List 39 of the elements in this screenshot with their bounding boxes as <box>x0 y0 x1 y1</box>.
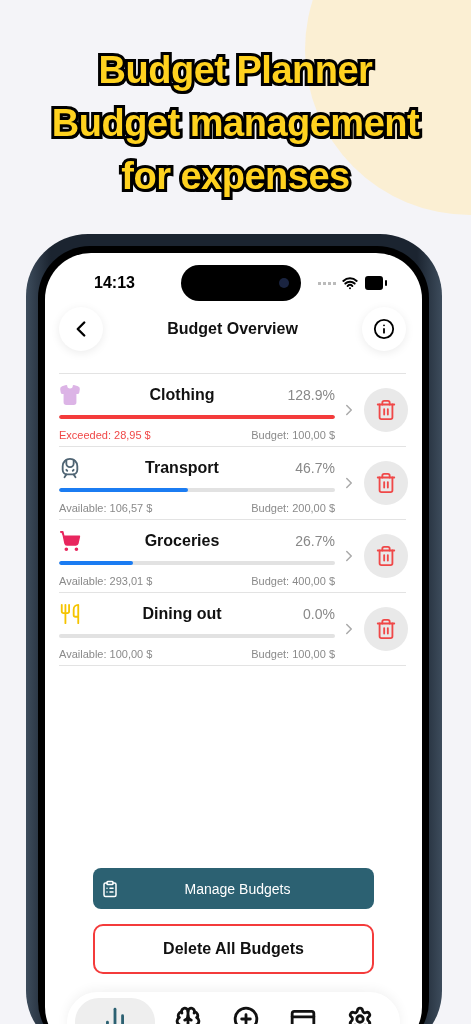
budget-percent: 128.9% <box>286 387 335 403</box>
budget-percent: 46.7% <box>294 460 335 476</box>
remaining-amount: Available: 100,00 $ <box>59 648 153 660</box>
budget-percent: 0.0% <box>302 606 335 622</box>
brain-icon <box>175 1006 202 1024</box>
budget-amount: Budget: 100,00 $ <box>251 648 335 660</box>
budget-name: Transport <box>144 459 220 477</box>
delete-button[interactable] <box>364 607 408 651</box>
trash-icon <box>375 399 397 421</box>
budget-amount: Budget: 100,00 $ <box>251 429 335 441</box>
delete-button[interactable] <box>364 461 408 505</box>
headline-text: Budget Planner <box>98 48 373 93</box>
trash-icon <box>375 618 397 640</box>
budget-name: Clothing <box>148 386 216 404</box>
remaining-amount: Available: 106,57 $ <box>59 502 153 514</box>
delete-button[interactable] <box>364 388 408 432</box>
delete-all-button[interactable]: Delete All Budgets <box>93 924 374 974</box>
back-button[interactable] <box>59 307 103 351</box>
budget-amount: Budget: 200,00 $ <box>251 502 335 514</box>
info-button[interactable] <box>362 307 406 351</box>
clipboard-icon <box>101 879 119 898</box>
headline-text: Budget management <box>51 101 420 146</box>
remaining-amount: Exceeded: 28,95 $ <box>59 429 151 441</box>
status-time: 14:13 <box>94 274 136 292</box>
headline-text: for expenses <box>121 154 350 199</box>
info-icon <box>373 318 395 340</box>
wifi-icon <box>342 275 358 291</box>
budget-name: Dining out <box>141 605 223 623</box>
trash-icon <box>375 472 397 494</box>
trash-icon <box>375 545 397 567</box>
remaining-amount: Available: 293,01 $ <box>59 575 153 587</box>
budget-name: Groceries <box>143 532 221 550</box>
budget-percent: 26.7% <box>294 533 335 549</box>
delete-button[interactable] <box>364 534 408 578</box>
camera-icon <box>279 278 289 288</box>
budget-amount: Budget: 400,00 $ <box>251 575 335 587</box>
screen-title: Budget Overview <box>167 320 298 338</box>
manage-budgets-button[interactable]: Manage Budgets <box>93 868 374 909</box>
signal-icon <box>318 281 336 285</box>
